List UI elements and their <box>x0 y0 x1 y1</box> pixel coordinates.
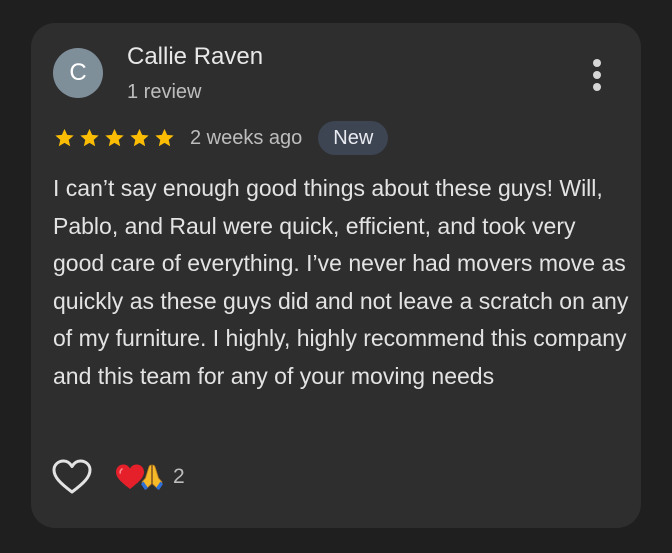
heart-outline-icon <box>52 459 92 494</box>
star-icon <box>130 128 149 147</box>
avatar-initial: C <box>69 59 87 86</box>
star-icon <box>105 128 124 147</box>
reaction-emojis[interactable]: 2 <box>115 463 185 491</box>
reaction-count: 2 <box>173 465 185 488</box>
more-options-button[interactable] <box>583 55 611 95</box>
new-badge: New <box>318 121 389 155</box>
review-text: I can’t say enough good things about the… <box>53 175 629 389</box>
review-card: C Callie Raven 1 review 2 weeks ago New … <box>31 23 641 528</box>
star-icon <box>55 128 74 147</box>
reviewer-review-count: 1 review <box>127 81 202 103</box>
star-icon <box>80 128 99 147</box>
star-rating <box>53 127 176 149</box>
like-button[interactable] <box>51 456 93 498</box>
praying-hands-icon <box>141 464 163 490</box>
review-date: 2 weeks ago <box>190 126 303 149</box>
star-icon <box>155 128 174 147</box>
avatar[interactable]: C <box>53 48 103 98</box>
more-vert-icon <box>593 59 601 91</box>
review-meta: 2 weeks ago New <box>53 120 389 156</box>
reviewer-name[interactable]: Callie Raven <box>127 43 263 71</box>
reactions-bar: 2 <box>51 455 185 499</box>
